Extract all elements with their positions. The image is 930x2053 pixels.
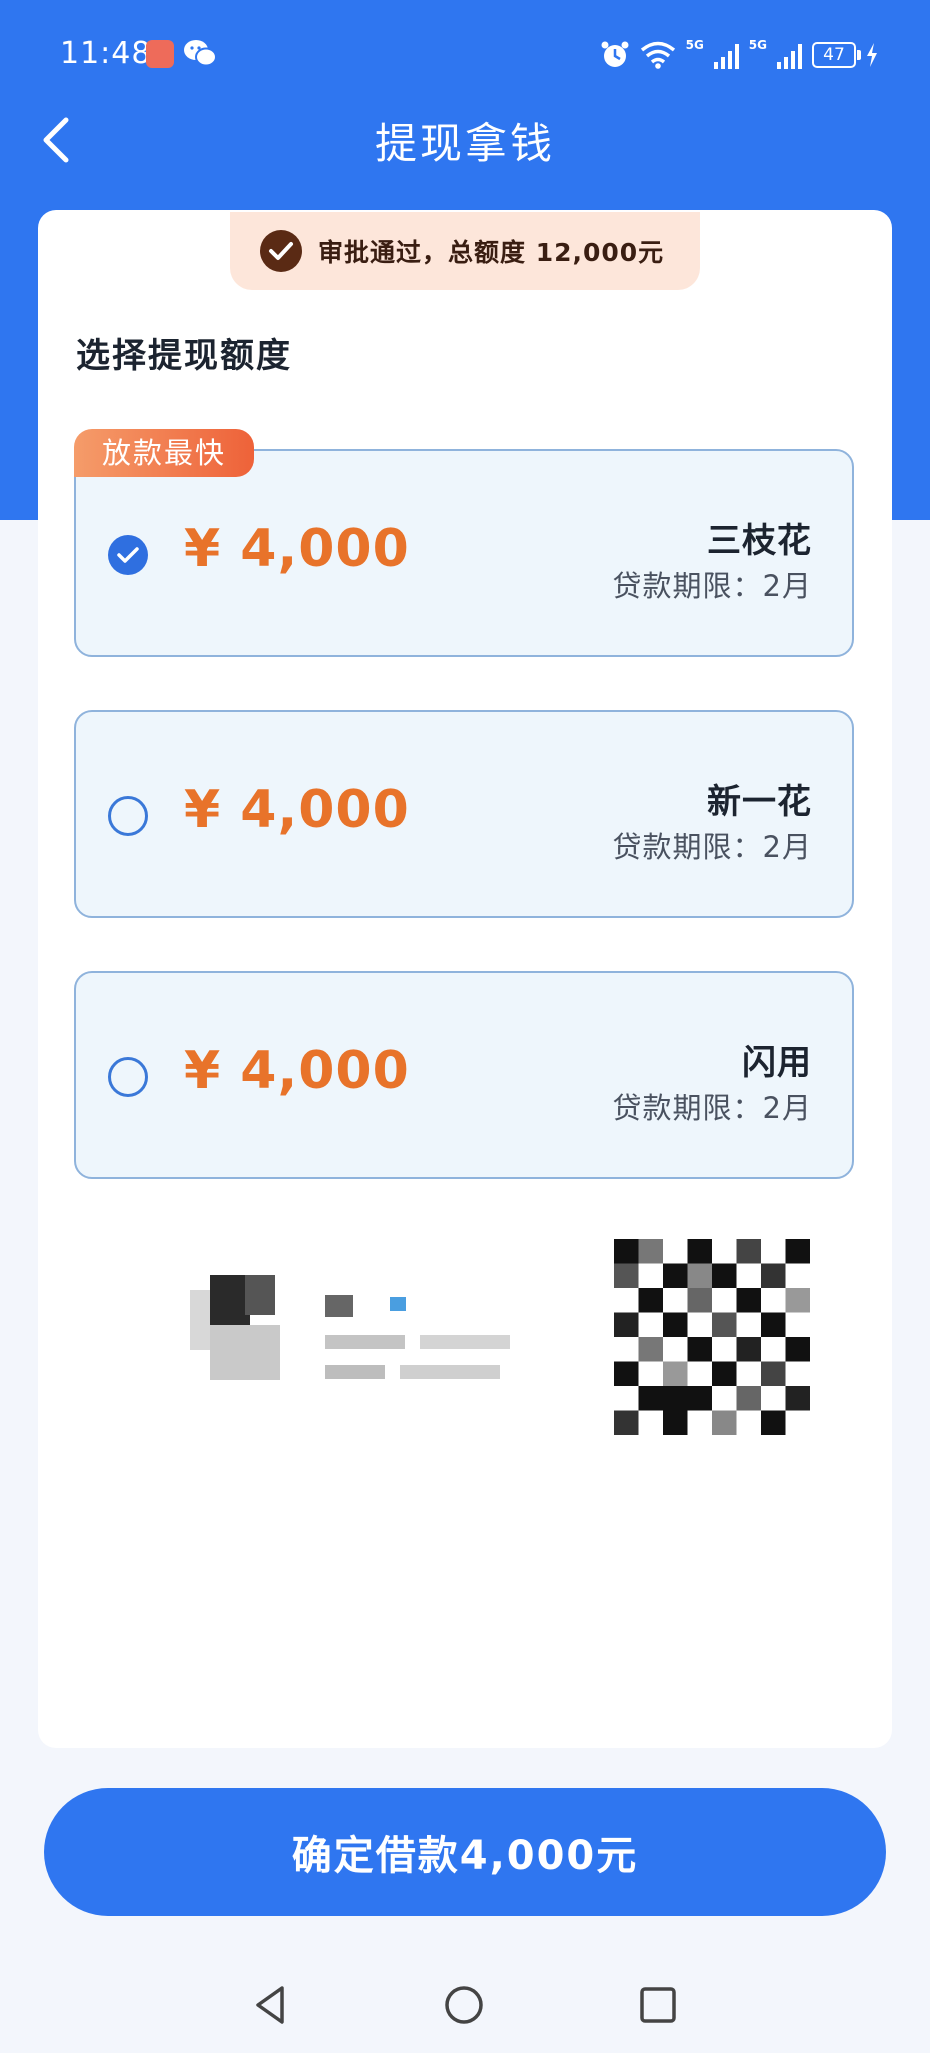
loan-option-2[interactable]: ¥ 4,000 新一花 贷款期限：2月 [74,710,854,918]
system-navigation-bar [0,1956,930,2053]
status-bar: 11:48 5G 5G 47 [0,0,930,110]
page-title: 提现拿钱 [374,119,555,168]
triangle-back-icon[interactable] [240,1978,300,2032]
approval-banner: 审批通过，总额度 12,000元 [230,212,700,290]
alarm-icon [601,41,629,67]
option-amount: ¥ 4,000 [184,780,410,840]
loan-option-3[interactable]: ¥ 4,000 闪用 贷款期限：2月 [74,971,854,1179]
wifi-icon [640,41,675,69]
wechat-icon [184,40,217,67]
option-lender: 三枝花 [707,521,812,561]
section-title: 选择提现额度 [76,336,292,376]
network-type-label-2: 5G [748,38,767,52]
radio-unchecked-icon[interactable] [108,796,148,836]
option-amount: ¥ 4,000 [184,1041,410,1101]
status-icons: 5G 5G 47 [600,38,878,72]
qr-code-icon [614,1239,810,1435]
signal-icon-2 [777,41,802,69]
radio-unchecked-icon[interactable] [108,1057,148,1097]
network-type-label: 5G [685,38,704,52]
check-circle-icon [260,230,302,272]
fastest-badge: 放款最快 [74,429,254,477]
signal-icon [713,41,739,69]
option-term: 贷款期限：2月 [612,569,812,603]
app-notification-icon [146,40,174,68]
nav-bar: 提现拿钱 [0,100,930,180]
confirm-loan-button[interactable]: 确定借款4,000元 [44,1788,886,1916]
option-term: 贷款期限：2月 [612,1091,812,1125]
battery-icon: 47 [812,42,861,68]
radio-checked-icon[interactable] [108,535,148,575]
charging-icon [867,43,877,67]
redacted-profile [190,1235,520,1405]
circle-home-icon[interactable] [434,1978,494,2032]
option-lender: 新一花 [707,782,812,822]
square-recents-icon[interactable] [628,1978,688,2032]
approval-text: 审批通过，总额度 12,000元 [318,238,665,267]
option-amount: ¥ 4,000 [184,519,410,579]
option-lender: 闪用 [742,1043,812,1083]
loan-option-1[interactable]: 放款最快 ¥ 4,000 三枝花 贷款期限：2月 [74,429,854,657]
option-term: 贷款期限：2月 [612,830,812,864]
status-time: 11:48 [60,36,152,71]
